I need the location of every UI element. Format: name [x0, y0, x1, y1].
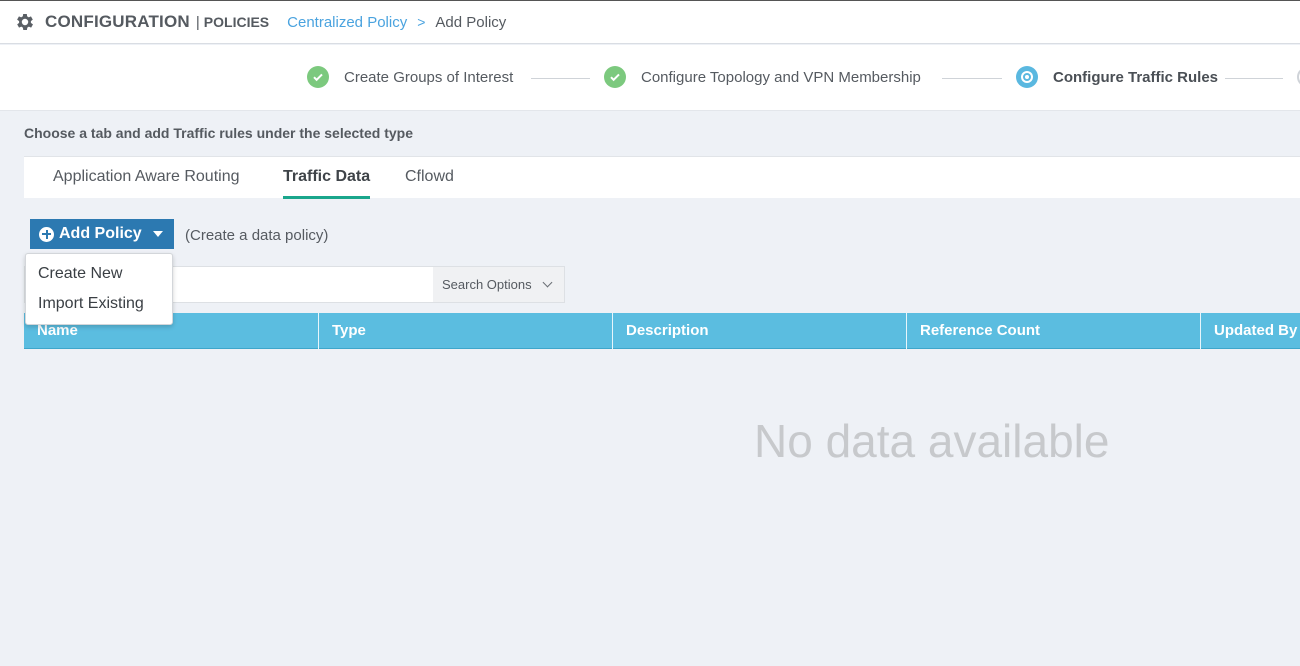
subsection-title: POLICIES	[203, 14, 270, 30]
step-create-groups: Create Groups of Interest	[307, 66, 513, 88]
step-configure-topology: Configure Topology and VPN Membership	[604, 66, 921, 88]
add-policy-label: Add Policy	[59, 225, 142, 242]
instruction-text: Choose a tab and add Traffic rules under…	[24, 125, 413, 141]
plus-circle-icon	[39, 226, 54, 242]
title-separator: |	[195, 13, 200, 31]
caret-down-icon	[152, 231, 163, 237]
empty-table-message: No data available	[754, 415, 1110, 467]
step-label: Create Groups of Interest	[344, 68, 514, 86]
column-header-description[interactable]: Description	[613, 313, 907, 349]
search-options-label: Search Options	[442, 277, 532, 292]
breadcrumb-arrow: >	[417, 14, 426, 30]
breadcrumb-current: Add Policy	[435, 13, 507, 31]
add-policy-button[interactable]: Add Policy	[30, 219, 174, 249]
tab-traffic-data[interactable]: Traffic Data	[283, 168, 371, 199]
step-label: Configure Topology and VPN Membership	[641, 68, 921, 86]
current-step-icon	[1016, 66, 1038, 88]
check-circle-icon	[307, 66, 329, 88]
chevron-down-icon	[542, 277, 553, 288]
top-bar: CONFIGURATION | POLICIES Centralized Pol…	[0, 0, 1300, 44]
menu-item-import-existing[interactable]: Import Existing	[26, 289, 172, 319]
wizard-stepper: Create Groups of Interest Configure Topo…	[0, 45, 1300, 111]
column-header-updated-by[interactable]: Updated By	[1201, 313, 1300, 349]
tab-application-aware-routing[interactable]: Application Aware Routing	[53, 168, 240, 199]
menu-item-create-new[interactable]: Create New	[26, 259, 172, 289]
search-options-button[interactable]: Search Options	[433, 267, 564, 302]
step-connector	[1225, 78, 1283, 79]
table-header: Name Type Description Reference Count Up…	[24, 313, 1300, 349]
column-header-type[interactable]: Type	[319, 313, 613, 349]
gear-icon	[17, 14, 33, 30]
step-connector	[531, 78, 590, 79]
breadcrumb-centralized-policy[interactable]: Centralized Policy	[287, 14, 407, 31]
check-circle-icon	[604, 66, 626, 88]
add-policy-menu: Create New Import Existing	[25, 253, 173, 325]
section-title: CONFIGURATION	[45, 12, 190, 31]
tab-cflowd[interactable]: Cflowd	[405, 168, 454, 199]
column-header-reference-count[interactable]: Reference Count	[907, 313, 1201, 349]
step-connector	[942, 78, 1002, 79]
add-policy-hint: (Create a data policy)	[185, 227, 329, 244]
step-configure-traffic-rules: Configure Traffic Rules	[1016, 66, 1218, 88]
policy-type-tabs: Application Aware Routing Traffic Data C…	[24, 156, 1300, 199]
step-label: Configure Traffic Rules	[1053, 68, 1219, 86]
